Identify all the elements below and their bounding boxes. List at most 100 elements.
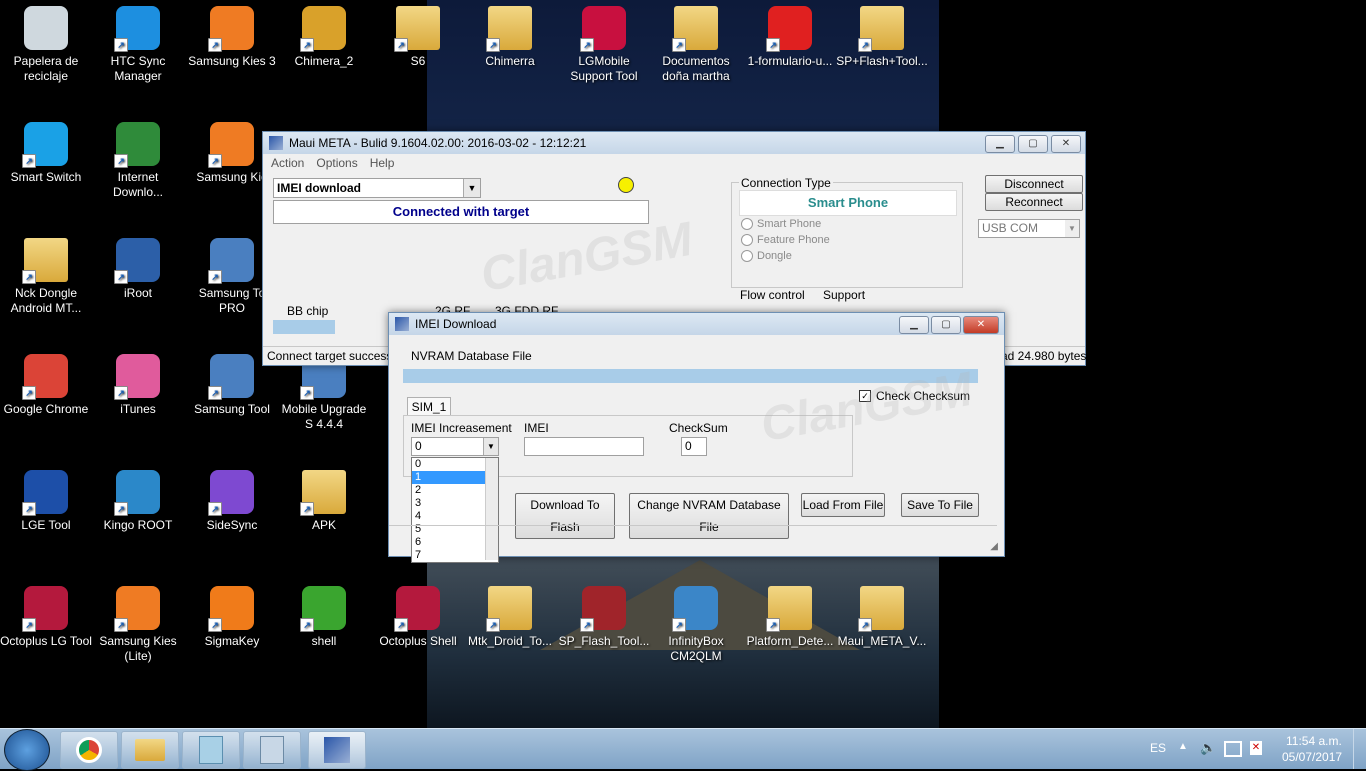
desktop-icon-label: Google Chrome — [3, 402, 89, 416]
desktop-icon[interactable]: ↗ Octoplus LG Tool — [0, 586, 92, 649]
desktop-icon[interactable]: ↗ 1-formulario-u... — [744, 6, 836, 69]
desktop-icon[interactable]: ↗ Maui_META_V... — [836, 586, 928, 649]
desktop-icon-label: Octoplus LG Tool — [0, 634, 92, 648]
resize-grip-icon[interactable]: ◢ — [990, 541, 998, 552]
desktop-icon[interactable]: ↗ Chimerra — [464, 6, 556, 69]
taskbar-maui[interactable] — [308, 731, 366, 769]
desktop-icon[interactable]: ↗ Internet Downlo... — [92, 122, 184, 200]
desktop-icon-label: InfinityBox CM2QLM — [668, 634, 724, 663]
load-from-file-button[interactable]: Load From File — [801, 493, 885, 517]
imei-label: IMEI — [524, 421, 549, 435]
minimize-button[interactable]: ▁ — [985, 135, 1015, 153]
reconnect-button[interactable]: Reconnect — [985, 193, 1083, 211]
desktop-icon[interactable]: ↗ Octoplus Shell — [372, 586, 464, 649]
idm-icon: ↗ — [114, 122, 160, 168]
folder-icon: ↗ — [672, 6, 718, 52]
desktop-icon[interactable]: ↗ APK — [278, 470, 370, 533]
desktop-icon[interactable]: ↗ LGE Tool — [0, 470, 92, 533]
desktop-icon-label: Samsung Kies 3 — [188, 54, 276, 68]
desktop-icon[interactable]: ↗ Samsung Kies (Lite) — [92, 586, 184, 664]
shortcut-arrow-icon: ↗ — [580, 38, 594, 52]
folder-icon: ↗ — [300, 470, 346, 516]
octoplus-icon: ↗ — [22, 586, 68, 632]
imei-minimize-button[interactable]: ▁ — [899, 316, 929, 334]
close-button[interactable]: ✕ — [1051, 135, 1081, 153]
taskbar-calculator[interactable] — [243, 731, 301, 769]
taskbar-notepad[interactable] — [182, 731, 240, 769]
action-center-icon[interactable]: ✕ — [1250, 741, 1262, 755]
desktop-icon[interactable]: ↗ Documentos doña martha — [650, 6, 742, 84]
menu-action[interactable]: Action — [271, 156, 304, 170]
folder-icon: ↗ — [22, 238, 68, 284]
desktop-icon[interactable]: ↗ iTunes — [92, 354, 184, 417]
desktop-icon[interactable]: ↗ Samsung Kies 3 — [186, 6, 278, 69]
shortcut-arrow-icon: ↗ — [766, 618, 780, 632]
disconnect-button[interactable]: Disconnect — [985, 175, 1083, 193]
desktop-icon[interactable]: ↗ SigmaKey — [186, 586, 278, 649]
volume-icon[interactable]: 🔈 — [1200, 740, 1216, 756]
folder-icon: ↗ — [394, 6, 440, 52]
desktop-icon-label: LGE Tool — [21, 518, 71, 532]
desktop-icon[interactable]: ↗ InfinityBox CM2QLM — [650, 586, 742, 664]
language-indicator[interactable]: ES — [1150, 741, 1166, 755]
desktop-icon[interactable]: ↗ Mtk_Droid_To... — [464, 586, 556, 649]
desktop-icon[interactable]: ↗ S6 — [372, 6, 464, 69]
desktop-icon-label: HTC Sync Manager — [110, 54, 166, 83]
show-hidden-icons-icon[interactable]: ▲ — [1178, 741, 1188, 752]
desktop-icon[interactable]: Papelera de reciclaje — [0, 6, 92, 84]
checksum-input[interactable]: 0 — [681, 437, 707, 456]
network-icon[interactable] — [1224, 741, 1242, 757]
desktop-icon[interactable]: ↗ HTC Sync Manager — [92, 6, 184, 84]
radio-feature-phone[interactable]: Feature Phone — [741, 234, 830, 246]
maui-icon — [324, 737, 350, 763]
folder-icon: ↗ — [486, 586, 532, 632]
desktop-icon[interactable]: ↗ Google Chrome — [0, 354, 92, 417]
desktop-icon-label: SP_Flash_Tool... — [558, 634, 650, 648]
shortcut-arrow-icon: ↗ — [22, 386, 36, 400]
desktop-icon[interactable]: ↗ SideSync — [186, 470, 278, 533]
gear-icon: ↗ — [208, 238, 254, 284]
desktop-icon[interactable]: ↗ iRoot — [92, 238, 184, 301]
radio-dongle[interactable]: Dongle — [741, 250, 792, 262]
desktop-icon[interactable]: ↗ Platform_Dete... — [744, 586, 836, 649]
menu-options[interactable]: Options — [316, 156, 357, 170]
clock-time[interactable]: 11:54 a.m. — [1286, 734, 1342, 748]
shortcut-arrow-icon: ↗ — [858, 618, 872, 632]
desktop-icon[interactable]: ↗ Chimera_2 — [278, 6, 370, 69]
show-desktop-button[interactable] — [1353, 729, 1366, 769]
clock-date[interactable]: 05/07/2017 — [1282, 750, 1342, 764]
shortcut-arrow-icon: ↗ — [22, 502, 36, 516]
tab-sim-1[interactable]: SIM_1 — [407, 397, 451, 416]
checkbox-checked-icon: ✓ — [859, 390, 871, 402]
folder-icon: ↗ — [766, 586, 812, 632]
taskbar-explorer[interactable] — [121, 731, 179, 769]
desktop-icon[interactable]: ↗ LGMobile Support Tool — [558, 6, 650, 84]
imei-close-button[interactable]: ✕ — [963, 316, 999, 334]
shortcut-arrow-icon: ↗ — [114, 270, 128, 284]
imei-increasement-select[interactable]: 0 ▼ — [411, 437, 499, 456]
start-button[interactable] — [4, 729, 50, 771]
port-select[interactable]: USB COM ▼ — [978, 219, 1080, 238]
desktop-icon[interactable]: ↗ Nck Dongle Android MT... — [0, 238, 92, 316]
taskbar-chrome[interactable] — [60, 731, 118, 769]
desktop-icon[interactable]: ↗ shell — [278, 586, 370, 649]
desktop-icon[interactable]: ↗ Kingo ROOT — [92, 470, 184, 533]
maximize-button[interactable]: ▢ — [1018, 135, 1048, 153]
imei-input[interactable] — [524, 437, 644, 456]
sidesync-icon: ↗ — [208, 470, 254, 516]
desktop-icon[interactable]: ↗ Smart Switch — [0, 122, 92, 185]
save-to-file-button[interactable]: Save To File — [901, 493, 979, 517]
radio-smart-phone[interactable]: Smart Phone — [741, 218, 821, 230]
shortcut-arrow-icon: ↗ — [114, 618, 128, 632]
desktop-icon-label: APK — [311, 518, 336, 532]
imei-maximize-button[interactable]: ▢ — [931, 316, 961, 334]
desktop-icon[interactable]: ↗ SP+Flash+Tool... — [836, 6, 928, 69]
maui-titlebar[interactable]: Maui META - Bulid 9.1604.02.00: 2016-03-… — [263, 132, 1085, 154]
desktop-icon[interactable]: ↗ SP_Flash_Tool... — [558, 586, 650, 649]
mode-select[interactable]: IMEI download ▼ — [273, 178, 481, 198]
check-checksum-checkbox[interactable]: ✓ Check Checksum — [859, 389, 970, 403]
desktop-icon-label: Platform_Dete... — [746, 634, 834, 648]
flow-control-label: Flow control — [740, 288, 805, 302]
maui-menubar: Action Options Help — [263, 154, 1085, 172]
menu-help[interactable]: Help — [370, 156, 395, 170]
